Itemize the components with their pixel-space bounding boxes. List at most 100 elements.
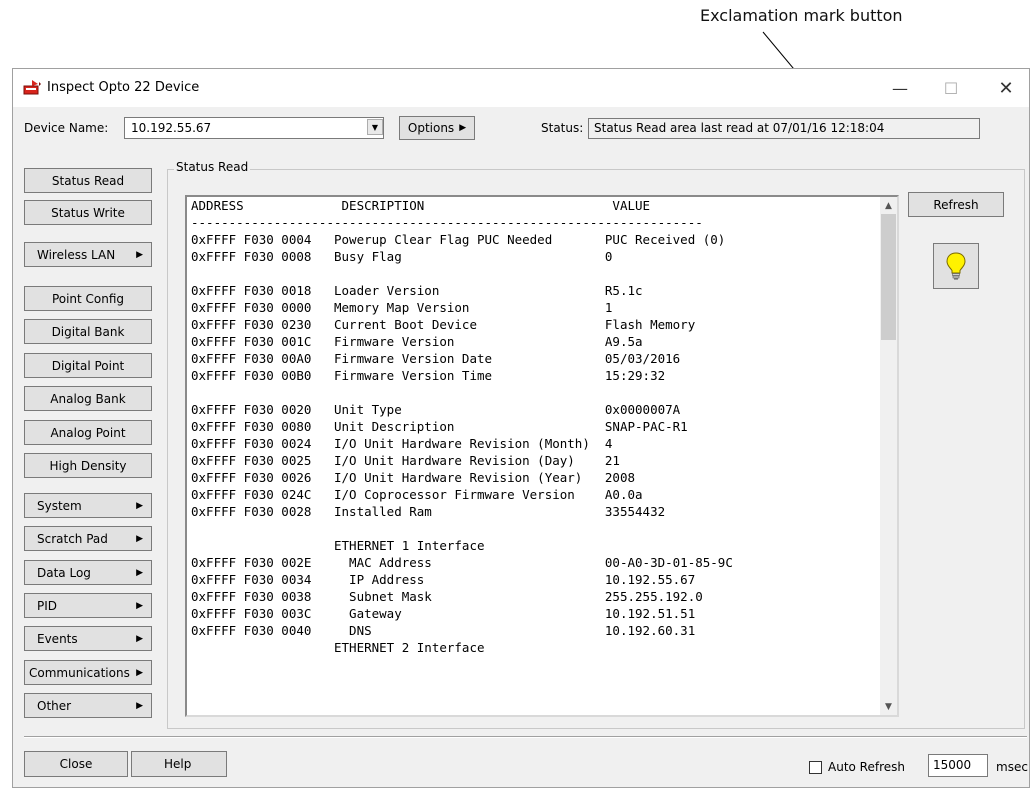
sidebar-item-label: Status Read [51, 173, 125, 188]
status-field: Status Read area last read at 07/01/16 1… [588, 118, 980, 139]
lightbulb-exclamation-icon [946, 252, 966, 280]
report-line: 0xFFFF F030 0024 I/O Unit Hardware Revis… [191, 436, 613, 451]
report-line: 0xFFFF F030 0026 I/O Unit Hardware Revis… [191, 470, 636, 485]
sidebar-item-status-write[interactable]: Status Write [24, 200, 152, 225]
sidebar-item-label: Digital Point [51, 358, 125, 373]
sidebar-item-data-log[interactable]: Data Log ▶ [24, 560, 152, 585]
msec-label: msec [996, 760, 1028, 774]
options-button[interactable]: Options ▶ [399, 116, 475, 140]
group-title: Status Read [174, 160, 251, 174]
sidebar-item-label: Scratch Pad [37, 531, 108, 546]
report-line: 0xFFFF F030 0080 Unit Description SNAP-P… [191, 419, 688, 434]
sidebar-item-status-read[interactable]: Status Read [24, 168, 152, 193]
device-name-label: Device Name: [24, 121, 109, 135]
sidebar-item-label: Other [37, 698, 72, 713]
sidebar-item-pid[interactable]: PID ▶ [24, 593, 152, 618]
report-header: ADDRESS DESCRIPTION VALUE [191, 198, 651, 213]
sidebar-item-label: Events [37, 631, 78, 646]
report-line: 0xFFFF F030 0025 I/O Unit Hardware Revis… [191, 453, 620, 468]
help-button[interactable]: Help [131, 751, 227, 777]
window-title: Inspect Opto 22 Device [47, 80, 200, 95]
help-label: Help [164, 757, 192, 771]
report-line [191, 384, 733, 401]
sidebar-item-label: PID [37, 598, 58, 613]
device-name-value: 10.192.55.67 [131, 121, 212, 135]
report-line: 0xFFFF F030 0004 Powerup Clear Flag PUC … [191, 232, 726, 247]
sidebar-item-label: Point Config [51, 291, 125, 306]
close-window-button[interactable]: ✕ [983, 69, 1029, 107]
arrow-right-icon: ▶ [136, 500, 143, 511]
sidebar-item-label: Digital Bank [51, 324, 125, 339]
close-button[interactable]: Close [24, 751, 128, 777]
sidebar-item-scratch-pad[interactable]: Scratch Pad ▶ [24, 526, 152, 551]
arrow-right-icon: ▶ [136, 700, 143, 711]
sidebar-item-high-density[interactable]: High Density [24, 453, 152, 478]
refresh-interval-input[interactable]: 15000 [928, 754, 988, 777]
report-line: 0xFFFF F030 0008 Busy Flag 0 [191, 249, 613, 264]
sidebar-item-system[interactable]: System ▶ [24, 493, 152, 518]
auto-refresh-label: Auto Refresh [828, 760, 905, 774]
options-label: Options [407, 121, 455, 135]
sidebar-item-analog-point[interactable]: Analog Point [24, 420, 152, 445]
arrow-right-icon: ▶ [136, 633, 143, 644]
report-line: 0xFFFF F030 002E MAC Address 00-A0-3D-01… [191, 555, 733, 570]
scroll-down-icon[interactable]: ▼ [880, 698, 897, 715]
arrow-right-icon: ▶ [136, 600, 143, 611]
report-line: 0xFFFF F030 00B0 Firmware Version Time 1… [191, 368, 666, 383]
sidebar-item-digital-bank[interactable]: Digital Bank [24, 319, 152, 344]
device-name-dropdown[interactable]: ▼ [363, 117, 383, 139]
sidebar-item-digital-point[interactable]: Digital Point [24, 353, 152, 378]
report-line: ETHERNET 2 Interface [191, 640, 485, 655]
report-line [191, 520, 733, 537]
report-line: 0xFFFF F030 003C Gateway 10.192.51.51 [191, 606, 696, 621]
sidebar-item-label: Status Write [51, 205, 125, 220]
auto-refresh-checkbox[interactable] [809, 761, 822, 774]
arrow-right-icon: ▶ [136, 567, 143, 578]
report-line: 0xFFFF F030 0034 IP Address 10.192.55.67 [191, 572, 696, 587]
sidebar-item-label: System [37, 498, 82, 513]
maximize-button[interactable]: ☐ [928, 69, 974, 107]
device-app-icon [23, 80, 41, 95]
vertical-scrollbar[interactable]: ▲ ▼ [880, 197, 897, 715]
inspect-device-window: Inspect Opto 22 Device — ☐ ✕ Device Name… [12, 68, 1030, 788]
sidebar-item-label: High Density [49, 458, 127, 473]
scroll-thumb[interactable] [881, 214, 896, 340]
sidebar-item-analog-bank[interactable]: Analog Bank [24, 386, 152, 411]
arrow-right-icon: ▶ [459, 123, 467, 133]
sidebar-item-label: Communications [29, 665, 130, 680]
sidebar-item-label: Analog Bank [50, 391, 126, 406]
report-line: ETHERNET 1 Interface [191, 538, 485, 553]
sidebar-item-point-config[interactable]: Point Config [24, 286, 152, 311]
chevron-down-icon: ▼ [367, 119, 383, 135]
close-label: Close [59, 757, 93, 771]
sidebar-item-wireless-lan[interactable]: Wireless LAN ▶ [24, 242, 152, 267]
report-line: 0xFFFF F030 0040 DNS 10.192.60.31 [191, 623, 696, 638]
sidebar-item-label: Analog Point [50, 425, 126, 440]
report-line: 0xFFFF F030 0230 Current Boot Device Fla… [191, 317, 696, 332]
report-line: 0xFFFF F030 0000 Memory Map Version 1 [191, 300, 613, 315]
sidebar-item-label: Data Log [37, 565, 91, 580]
sidebar-item-events[interactable]: Events ▶ [24, 626, 152, 651]
status-report-textbox[interactable]: ADDRESS DESCRIPTION VALUE ---------------… [185, 195, 899, 717]
report-line [191, 265, 733, 282]
exclamation-mark-button[interactable] [933, 243, 979, 289]
report-line: 0xFFFF F030 0028 Installed Ram 33554432 [191, 504, 666, 519]
arrow-right-icon: ▶ [136, 533, 143, 544]
sidebar-item-other[interactable]: Other ▶ [24, 693, 152, 718]
refresh-button[interactable]: Refresh [908, 192, 1004, 217]
sidebar-item-label: Wireless LAN [37, 247, 116, 262]
report-line: 0xFFFF F030 001C Firmware Version A9.5a [191, 334, 643, 349]
minimize-button[interactable]: — [877, 69, 923, 107]
report-separator: ----------------------------------------… [191, 215, 703, 230]
arrow-right-icon: ▶ [136, 667, 143, 678]
device-name-combobox[interactable]: 10.192.55.67 [124, 117, 384, 139]
report-line: 0xFFFF F030 0020 Unit Type 0x0000007A [191, 402, 681, 417]
callout-label: Exclamation mark button [700, 6, 903, 25]
sidebar-item-communications[interactable]: Communications ▶ [24, 660, 152, 685]
status-label: Status: [541, 121, 584, 135]
report-line: 0xFFFF F030 0038 Subnet Mask 255.255.192… [191, 589, 703, 604]
scroll-up-icon[interactable]: ▲ [880, 197, 897, 214]
title-bar: Inspect Opto 22 Device — ☐ ✕ [13, 69, 1029, 107]
footer-divider [24, 736, 1027, 738]
status-report: ADDRESS DESCRIPTION VALUE ---------------… [191, 197, 733, 656]
